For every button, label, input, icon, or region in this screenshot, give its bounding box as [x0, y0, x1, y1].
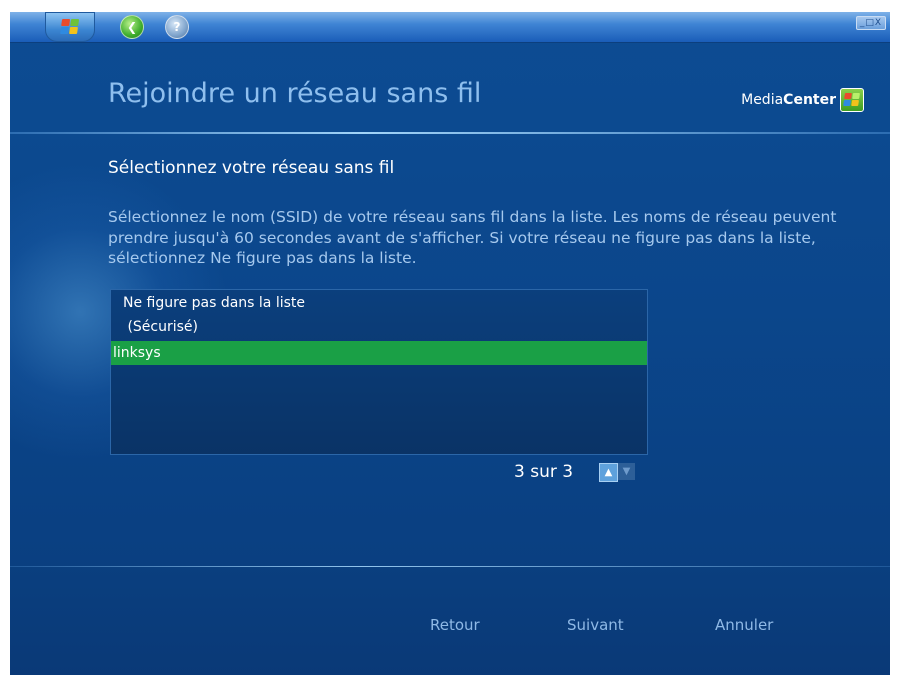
list-item-not-listed[interactable]: Ne figure pas dans la liste — [111, 291, 647, 315]
window-controls[interactable]: _□X — [856, 16, 886, 30]
brand-prefix: Media — [741, 92, 784, 108]
help-icon: ? — [173, 20, 181, 34]
instructions-text: Sélectionnez le nom (SSID) de votre rése… — [108, 208, 837, 267]
cancel-button[interactable]: Annuler — [715, 616, 773, 634]
windows-flag-icon — [60, 19, 80, 35]
help-button[interactable]: ? — [165, 15, 189, 39]
list-item-label: Ne figure pas dans la liste — [123, 295, 306, 311]
network-list[interactable]: Ne figure pas dans la liste (Sécurisé) l… — [110, 289, 648, 455]
list-pager-text: 3 sur 3 — [514, 462, 574, 482]
page-title: Rejoindre un réseau sans fil — [108, 78, 482, 109]
list-item-label: linksys — [113, 345, 161, 361]
title-bar: ❮ ? _□X — [10, 12, 890, 43]
list-item-linksys[interactable]: linksys — [111, 341, 647, 365]
list-item-secured-network[interactable]: (Sécurisé) — [111, 315, 647, 339]
media-center-window: ❮ ? _□X Rejoindre un réseau sans fil Med… — [10, 12, 890, 675]
list-item-label: (Sécurisé) — [123, 319, 198, 335]
page-up-button[interactable]: ▲ — [599, 463, 618, 482]
chevron-down-icon: ▼ — [622, 466, 631, 477]
next-button[interactable]: Suivant — [567, 616, 624, 634]
back-button[interactable]: ❮ — [120, 15, 144, 39]
page-down-button[interactable]: ▼ — [618, 463, 635, 480]
back-arrow-icon: ❮ — [126, 20, 138, 34]
header-divider — [10, 132, 890, 134]
back-nav-button[interactable]: Retour — [430, 616, 480, 634]
section-subtitle: Sélectionnez votre réseau sans fil — [108, 158, 395, 178]
brand-bold: Center — [783, 92, 836, 108]
windows-start-button[interactable] — [45, 12, 95, 42]
media-center-brand: MediaCenter — [741, 92, 836, 108]
chevron-up-icon: ▲ — [604, 467, 613, 478]
windows-logo-icon — [840, 88, 864, 112]
